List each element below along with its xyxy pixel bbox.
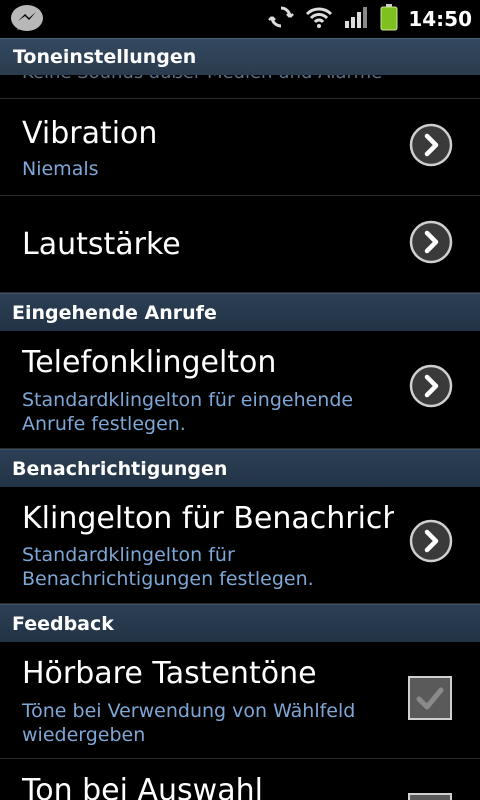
touch-tones-checkbox[interactable] bbox=[408, 676, 452, 720]
vibration-title: Vibration bbox=[22, 116, 158, 151]
section-header-feedback: Feedback bbox=[0, 604, 480, 642]
chevron-right-icon[interactable] bbox=[409, 123, 453, 167]
title-bar: Toneinstellungen bbox=[0, 38, 480, 75]
settings-list[interactable]: Keine Sounds außer Medien und Alarme Vib… bbox=[0, 75, 480, 800]
sync-icon bbox=[268, 4, 295, 34]
ringtone-row[interactable]: Telefonklingelton Standardklingelton für… bbox=[0, 331, 480, 449]
chevron-right-icon[interactable] bbox=[409, 220, 453, 264]
previous-row-cut bbox=[0, 75, 480, 99]
ringtone-summary: Standardklingelton für eingehende Anrufe… bbox=[22, 389, 354, 435]
vibration-row[interactable]: Vibration Niemals bbox=[0, 99, 480, 196]
volume-title: Lautstärke bbox=[22, 227, 181, 262]
clock: 14:50 bbox=[408, 7, 472, 31]
selection-sound-title: Ton bei Auswahl bbox=[22, 773, 263, 800]
wifi-icon bbox=[304, 5, 334, 33]
status-bar: 14:50 bbox=[0, 0, 480, 38]
chevron-right-icon[interactable] bbox=[409, 519, 453, 563]
notification-ringtone-title: Klingelton für Benachrichtigungen bbox=[22, 501, 394, 536]
touch-tones-row[interactable]: Hörbare Tastentöne Töne bei Verwendung v… bbox=[0, 642, 480, 759]
section-title: Benachrichtigungen bbox=[12, 458, 228, 480]
chevron-right-icon[interactable] bbox=[409, 364, 453, 408]
section-title: Feedback bbox=[12, 613, 114, 635]
section-title: Eingehende Anrufe bbox=[12, 302, 217, 324]
volume-row[interactable]: Lautstärke bbox=[0, 196, 480, 293]
touch-tones-title: Hörbare Tastentöne bbox=[22, 656, 317, 691]
section-header-incoming: Eingehende Anrufe bbox=[0, 293, 480, 331]
page-title: Toneinstellungen bbox=[13, 46, 197, 68]
messenger-icon bbox=[8, 3, 48, 35]
selection-sound-checkbox[interactable] bbox=[408, 793, 452, 800]
ringtone-title: Telefonklingelton bbox=[22, 345, 277, 380]
vibration-summary: Niemals bbox=[22, 158, 99, 180]
section-header-notifications: Benachrichtigungen bbox=[0, 449, 480, 487]
selection-sound-row[interactable]: Ton bei Auswahl bbox=[0, 759, 480, 800]
signal-icon bbox=[344, 5, 370, 33]
notification-ringtone-row[interactable]: Klingelton für Benachrichtigungen Standa… bbox=[0, 487, 480, 604]
battery-icon bbox=[380, 3, 398, 35]
notification-ringtone-summary: Standardklingelton für Benachrichtigunge… bbox=[22, 544, 314, 590]
touch-tones-summary: Töne bei Verwendung von Wählfeld wiederg… bbox=[22, 700, 356, 746]
